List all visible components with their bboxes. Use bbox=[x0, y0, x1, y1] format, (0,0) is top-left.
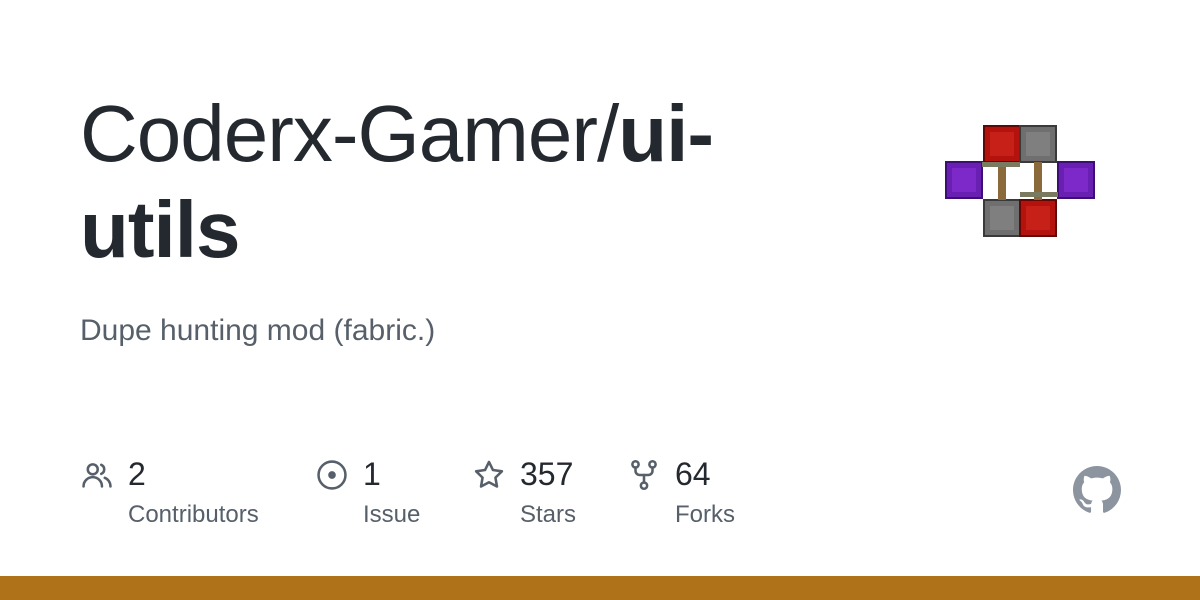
stat-count: 357 bbox=[520, 456, 574, 492]
repo-description: Dupe hunting mod (fabric.) bbox=[80, 314, 436, 347]
stat-label: Forks bbox=[675, 501, 735, 528]
redstone-blocks-logo bbox=[945, 125, 1095, 237]
stat-count: 1 bbox=[363, 456, 381, 492]
people-icon bbox=[82, 463, 112, 488]
issue-icon bbox=[317, 460, 347, 490]
stat-label: Issue bbox=[363, 501, 421, 528]
star-icon bbox=[474, 460, 504, 488]
language-color-bar bbox=[0, 576, 1200, 600]
fork-icon bbox=[631, 459, 657, 491]
repo-owner[interactable]: Coderx-Gamer/ bbox=[80, 89, 619, 178]
social-preview-card: Coderx-Gamer/ui-utils Dupe hunting mod (… bbox=[0, 0, 1200, 600]
stat-label: Contributors bbox=[128, 501, 259, 528]
stat-count: 64 bbox=[675, 456, 711, 492]
github-mark-icon[interactable] bbox=[1073, 466, 1121, 514]
stat-label: Stars bbox=[520, 501, 577, 528]
repo-title[interactable]: Coderx-Gamer/ui-utils bbox=[80, 86, 840, 278]
stat-count: 2 bbox=[128, 456, 146, 492]
